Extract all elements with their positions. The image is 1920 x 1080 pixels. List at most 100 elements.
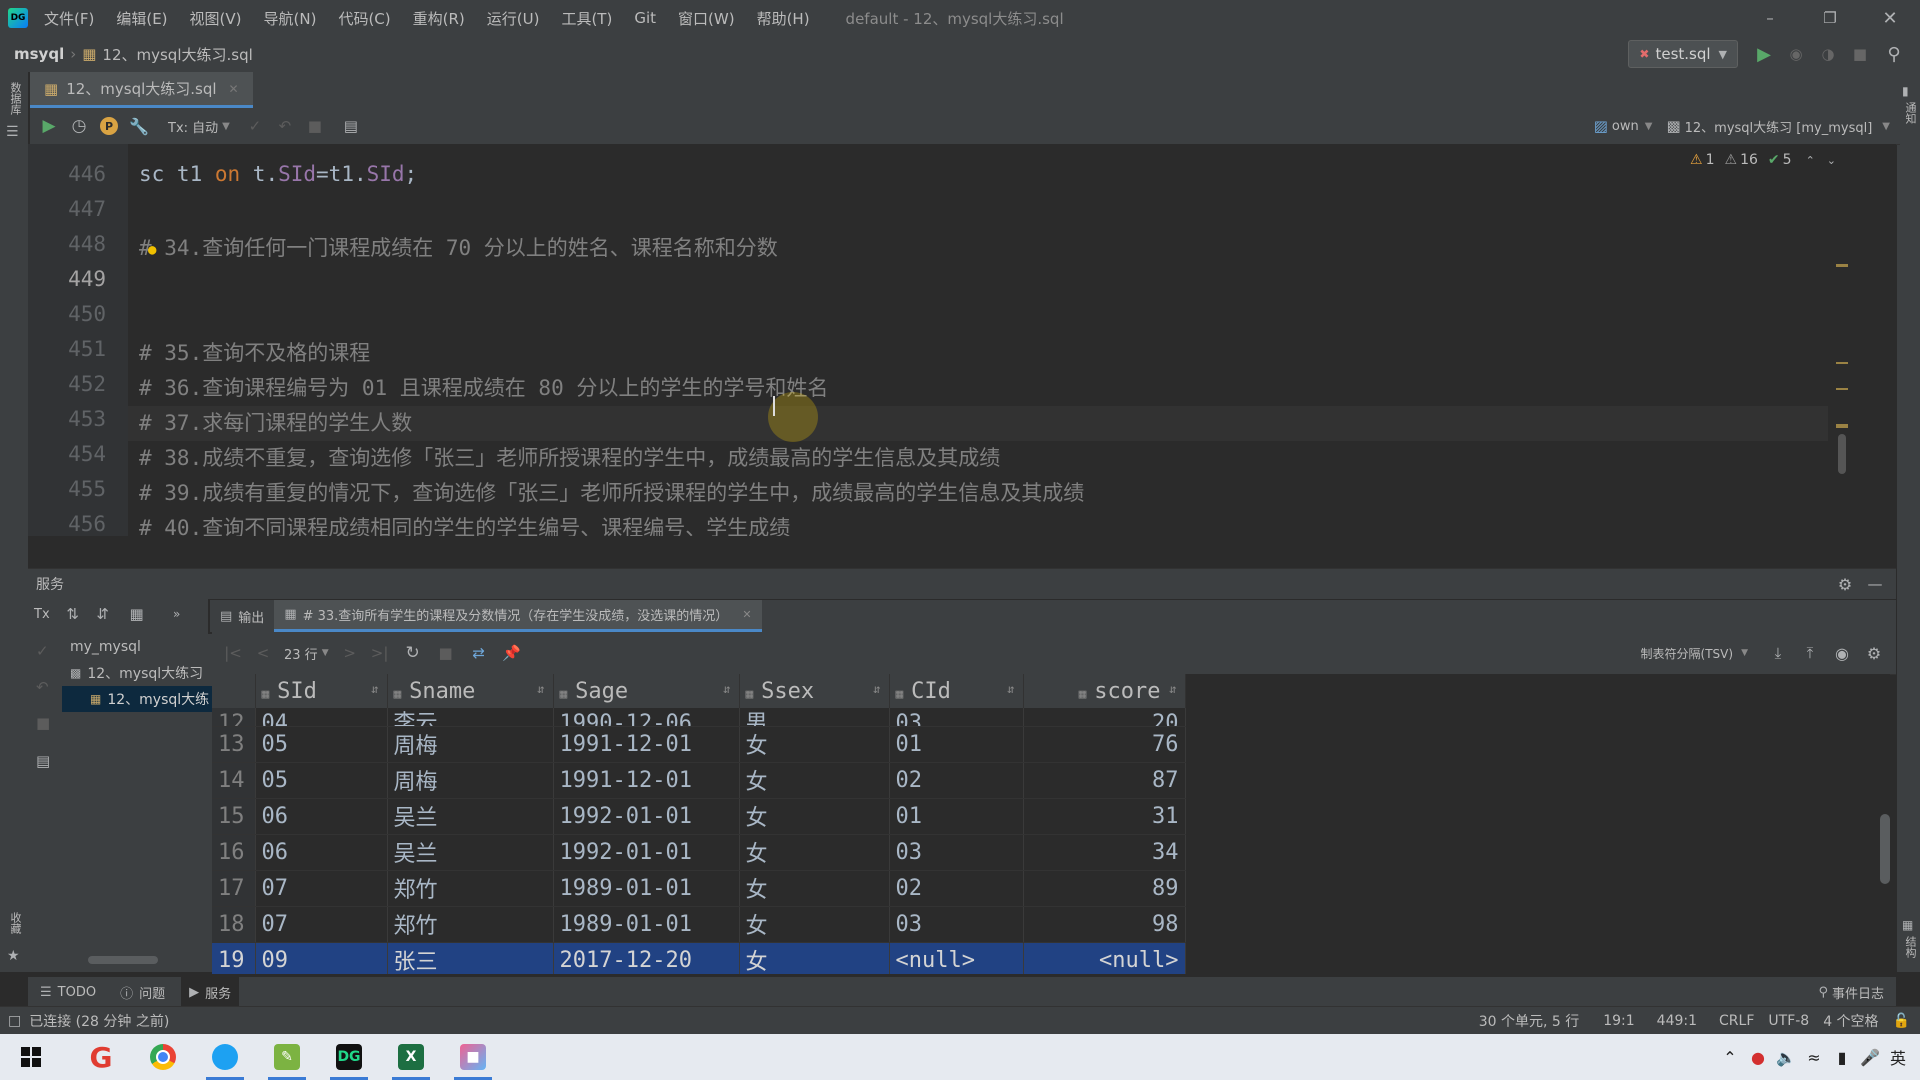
- cell-sname[interactable]: 李云: [387, 708, 554, 727]
- taskbar-datagrip[interactable]: DG: [326, 1034, 372, 1080]
- taskbar-paint[interactable]: ■: [450, 1034, 496, 1080]
- first-page-icon[interactable]: |<: [218, 644, 248, 662]
- favorites-tool-button[interactable]: 收藏: [7, 912, 23, 934]
- cell-sid[interactable]: 09: [255, 942, 388, 974]
- cell-cid[interactable]: 02: [889, 870, 1024, 907]
- run-icon[interactable]: ▶: [1748, 44, 1780, 65]
- start-button[interactable]: [8, 1034, 54, 1080]
- commit-icon[interactable]: ✓: [36, 642, 49, 660]
- editor-tab-active[interactable]: ▦ 12、mysql大练习.sql ✕: [30, 72, 253, 108]
- tree-scrollbar[interactable]: [88, 956, 158, 964]
- cell-cid[interactable]: 01: [889, 798, 1024, 835]
- cell-ssex[interactable]: 女: [739, 798, 890, 835]
- restore-icon[interactable]: ❐: [1800, 0, 1860, 36]
- group-by-icon[interactable]: ▦: [122, 605, 152, 623]
- layout-icon[interactable]: ▤: [36, 752, 50, 770]
- cell-ssex[interactable]: 女: [739, 870, 890, 907]
- taskbar-browser[interactable]: [202, 1034, 248, 1080]
- execute-icon[interactable]: ▶: [34, 116, 64, 136]
- close-icon[interactable]: ✕: [1860, 0, 1920, 36]
- run-config-selector[interactable]: ✖ test.sql ▼: [1628, 40, 1738, 68]
- cell-sid[interactable]: 07: [255, 870, 388, 907]
- cell-score[interactable]: 98: [1023, 906, 1186, 943]
- cell-sid[interactable]: 07: [255, 906, 388, 943]
- microphone-icon[interactable]: 🎤: [1856, 1048, 1884, 1067]
- grid-position[interactable]: 19:1: [1603, 1013, 1634, 1029]
- cell-sid[interactable]: 05: [255, 762, 388, 799]
- rollback-icon[interactable]: ↶: [270, 117, 300, 135]
- inspection-widget[interactable]: ⚠ 1 ⚠ 16 ✔ 5 ⌃ ⌄: [1690, 152, 1836, 168]
- panel-toggle-icon[interactable]: □: [8, 1013, 21, 1029]
- commit-icon[interactable]: ✓: [240, 117, 270, 135]
- tab-close-icon[interactable]: ✕: [742, 608, 751, 621]
- export-format-selector[interactable]: 制表符分隔(TSV): [1641, 645, 1734, 662]
- sort-icon[interactable]: ⇵: [723, 682, 730, 696]
- cell-sid[interactable]: 05: [255, 726, 388, 763]
- cell-cid[interactable]: 03: [889, 708, 1024, 727]
- column-header-score[interactable]: ▦ score ⇵: [1023, 674, 1186, 708]
- cell-cid[interactable]: 02: [889, 762, 1024, 799]
- structure-tool-button[interactable]: 结构: [1902, 936, 1918, 958]
- cell-cid[interactable]: 01: [889, 726, 1024, 763]
- refresh-icon[interactable]: ↻: [395, 643, 431, 663]
- tray-expand-icon[interactable]: ⌃: [1716, 1048, 1744, 1067]
- breadcrumb-file[interactable]: 12、mysql大练习.sql: [102, 44, 252, 65]
- gear-icon[interactable]: ⚙: [1830, 575, 1860, 594]
- cell-ssex[interactable]: 女: [739, 834, 890, 871]
- cell-cid[interactable]: 03: [889, 834, 1024, 871]
- caret-position[interactable]: 449:1: [1657, 1013, 1697, 1029]
- tab-output[interactable]: ▤ 输出: [210, 600, 274, 632]
- services-tool-button[interactable]: ▶ 服务: [181, 977, 240, 1007]
- stop-icon[interactable]: ■: [36, 714, 50, 732]
- column-header-sage[interactable]: ▦ Sage ⇵: [553, 674, 740, 708]
- menu-edit[interactable]: 编辑(E): [116, 8, 167, 29]
- cell-ssex[interactable]: 女: [739, 762, 890, 799]
- menu-run[interactable]: 运行(U): [487, 8, 540, 29]
- todo-tool-button[interactable]: ☰ TODO: [40, 985, 96, 1000]
- schema-selector[interactable]: own: [1612, 119, 1639, 134]
- cell-sname[interactable]: 郑竹: [387, 906, 554, 943]
- chevron-up-icon[interactable]: ⌃: [1806, 154, 1815, 167]
- menu-navigate[interactable]: 导航(N): [264, 8, 317, 29]
- column-header-cid[interactable]: ▦ CId ⇵: [889, 674, 1024, 708]
- menu-window[interactable]: 窗口(W): [678, 8, 735, 29]
- tree-node-session[interactable]: ▩ 12、mysql大练习: [62, 660, 212, 686]
- cell-score[interactable]: 31: [1023, 798, 1186, 835]
- sql-editor[interactable]: ⚠ 1 ⚠ 16 ✔ 5 ⌃ ⌄ 446 447 448 449 450 451…: [28, 144, 1896, 536]
- tx-label-icon[interactable]: Tx: [34, 607, 50, 622]
- cell-cid[interactable]: <null>: [889, 942, 1024, 974]
- cell-score[interactable]: 20: [1023, 708, 1186, 727]
- result-grid[interactable]: ▦ SId ⇵ ▦ Sname ⇵ ▦ Sage ⇵ ▦ Ssex ⇵ ▦ CId ⇵ ▦…: [212, 674, 1890, 974]
- cell-cid[interactable]: 03: [889, 906, 1024, 943]
- ime-indicator[interactable]: 英: [1890, 1045, 1906, 1069]
- menu-file[interactable]: 文件(F): [44, 8, 94, 29]
- explain-plan-icon[interactable]: P: [94, 117, 124, 135]
- indent-setting[interactable]: 4 个空格: [1823, 1011, 1878, 1031]
- coverage-icon[interactable]: ◑: [1812, 45, 1844, 63]
- table-row-selected[interactable]: 19 09 张三 2017-12-20 女 <null> <null>: [212, 942, 1186, 974]
- cell-ssex[interactable]: 女: [739, 942, 890, 974]
- battery-icon[interactable]: ▮: [1828, 1048, 1856, 1067]
- minimize-icon[interactable]: –: [1740, 0, 1800, 36]
- rollback-icon[interactable]: ↶: [36, 678, 49, 696]
- search-everywhere-icon[interactable]: ⚲: [1876, 44, 1912, 65]
- debug-icon[interactable]: ◉: [1780, 45, 1812, 63]
- tree-node-console[interactable]: ▦ 12、mysql大练: [62, 686, 212, 712]
- problems-tool-button[interactable]: ⓘ 问题: [120, 983, 165, 1002]
- datasource-selector[interactable]: 12、mysql大练习 [my_mysql]: [1685, 117, 1873, 136]
- pin-icon[interactable]: 📌: [497, 644, 527, 662]
- history-icon[interactable]: ◷: [64, 116, 94, 136]
- last-page-icon[interactable]: >|: [365, 644, 395, 662]
- network-icon[interactable]: ≈: [1800, 1048, 1828, 1067]
- stop-icon[interactable]: ■: [300, 117, 330, 135]
- breadcrumb-project[interactable]: msyql: [14, 45, 64, 63]
- column-header-ssex[interactable]: ▦ Ssex ⇵: [739, 674, 890, 708]
- cell-ssex[interactable]: 女: [739, 726, 890, 763]
- cell-sage[interactable]: 1991-12-01: [553, 762, 740, 799]
- stop-icon[interactable]: ■: [431, 644, 461, 662]
- cell-score[interactable]: <null>: [1023, 942, 1186, 974]
- menu-code[interactable]: 代码(C): [338, 8, 390, 29]
- taskbar-chrome[interactable]: [140, 1034, 186, 1080]
- lightbulb-icon[interactable]: ●: [148, 242, 156, 258]
- lock-icon[interactable]: 🔓: [1893, 1013, 1910, 1029]
